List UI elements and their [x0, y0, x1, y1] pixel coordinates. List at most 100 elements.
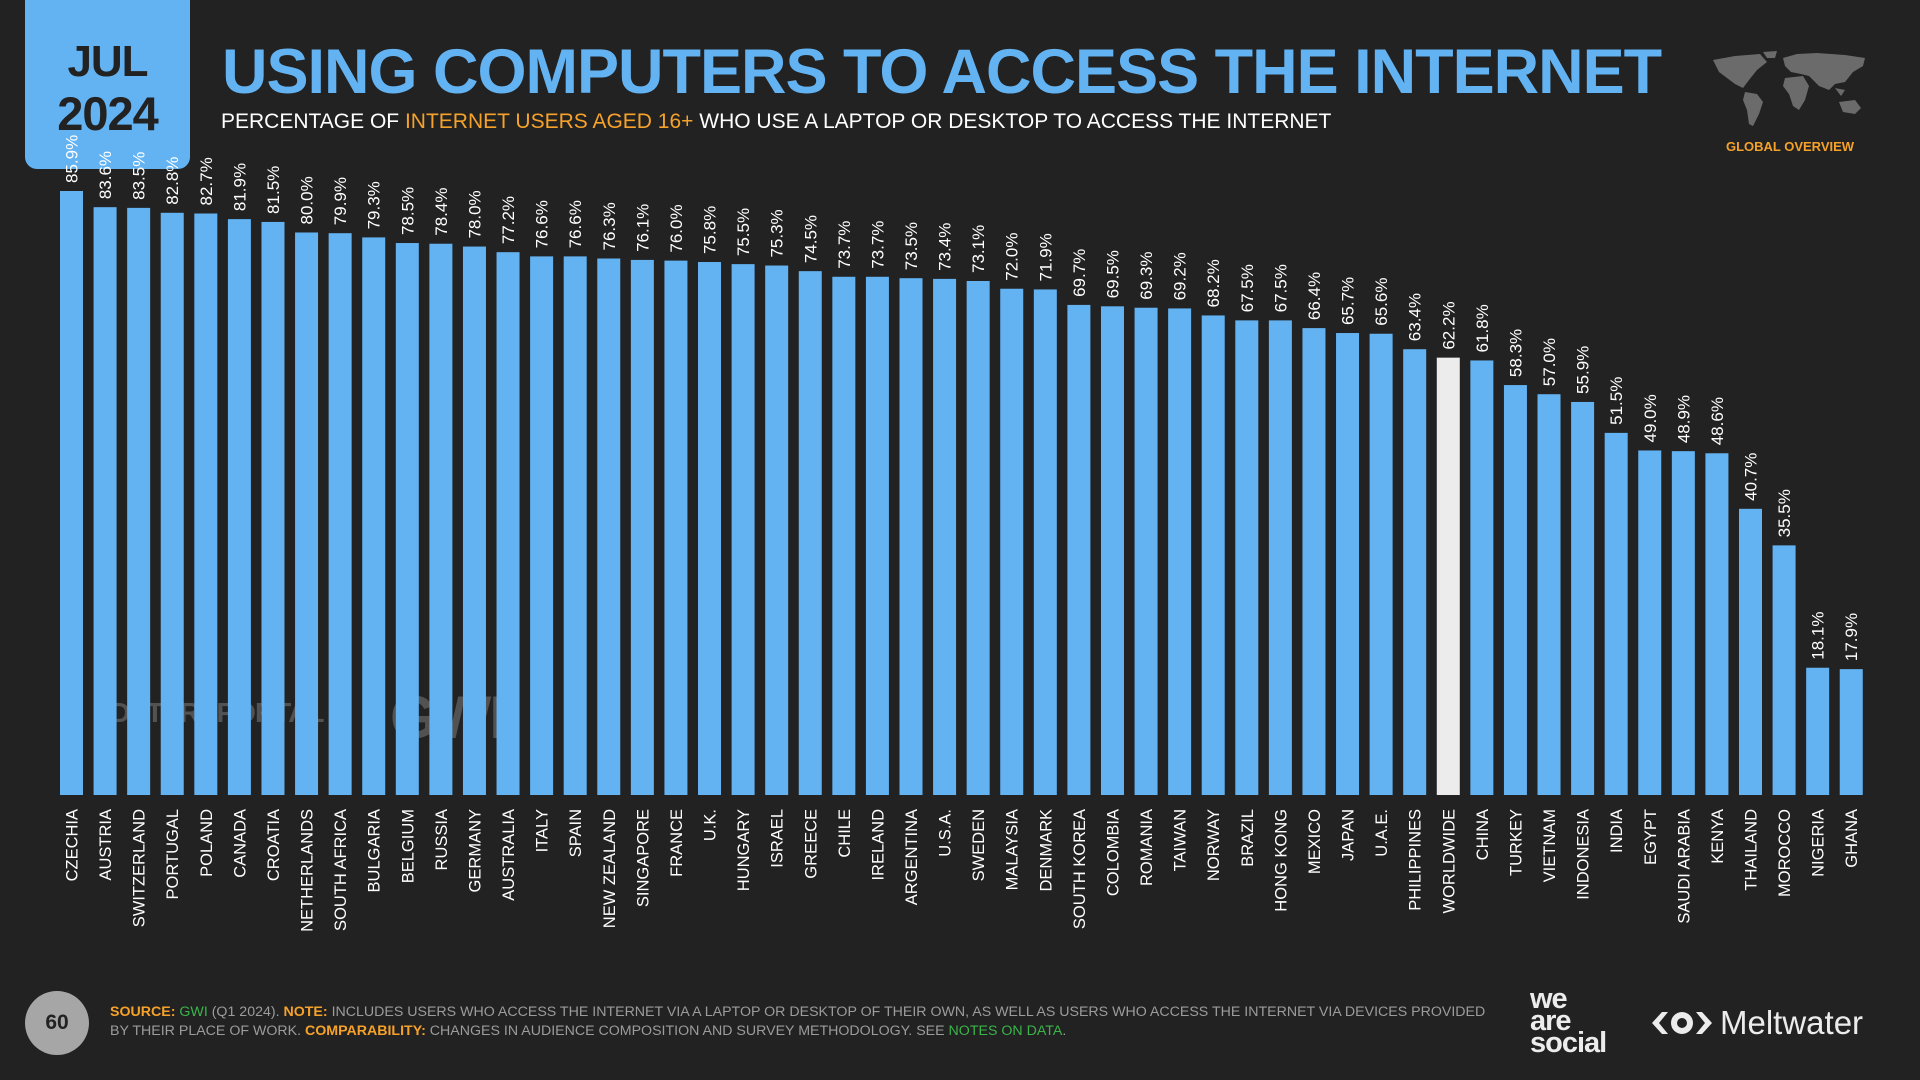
category-label: HONG KONG — [1272, 809, 1290, 912]
value-label: 18.1% — [1809, 612, 1828, 660]
value-label: 82.8% — [163, 157, 182, 205]
category-label: KENYA — [1709, 809, 1727, 864]
value-label: 69.3% — [1137, 252, 1156, 300]
value-label: 79.3% — [365, 181, 384, 229]
value-label: 57.0% — [1540, 338, 1559, 386]
bar-u-s-a — [933, 278, 957, 795]
category-label: PORTUGAL — [164, 809, 182, 899]
bar-greece — [798, 271, 822, 795]
bar-denmark — [1033, 289, 1057, 795]
category-label: INDONESIA — [1575, 809, 1593, 900]
category-label: BELGIUM — [399, 809, 417, 883]
bar-south-korea — [1067, 304, 1091, 795]
value-label: 49.0% — [1641, 394, 1660, 442]
category-label: U.S.A. — [937, 809, 955, 857]
value-label: 76.3% — [600, 202, 619, 250]
value-label: 51.5% — [1607, 377, 1626, 425]
category-label: NEW ZEALAND — [601, 809, 619, 928]
bar-spain — [563, 256, 587, 795]
value-label: 81.9% — [230, 163, 249, 211]
bar-kenya — [1705, 453, 1729, 795]
category-label: SOUTH AFRICA — [332, 809, 350, 931]
bar-saudi-arabia — [1671, 451, 1695, 795]
meltwater-logo: Meltwater — [1650, 1004, 1863, 1042]
category-label: PHILIPPINES — [1407, 809, 1425, 911]
comparability-label: COMPARABILITY: — [305, 1023, 426, 1039]
category-label: AUSTRALIA — [500, 809, 518, 901]
source-link[interactable]: GWI — [179, 1004, 207, 1020]
category-label: ROMANIA — [1138, 809, 1156, 886]
value-label: 82.7% — [197, 157, 216, 205]
value-label: 58.3% — [1506, 329, 1525, 377]
bar-u-k — [698, 262, 722, 795]
meltwater-eye-icon — [1652, 1012, 1712, 1034]
category-label: SWITZERLAND — [131, 809, 149, 927]
value-label: 75.3% — [768, 209, 787, 257]
meltwater-wordmark: Meltwater — [1720, 1004, 1864, 1041]
value-label: 68.2% — [1204, 259, 1223, 307]
bar-ireland — [865, 276, 889, 796]
value-label: 75.5% — [734, 208, 753, 256]
bar-turkey — [1503, 385, 1527, 795]
value-label: 48.9% — [1674, 395, 1693, 443]
value-label: 78.4% — [432, 188, 451, 236]
value-label: 81.5% — [264, 166, 283, 214]
category-label: GHANA — [1843, 809, 1861, 868]
bar-portugal — [160, 212, 184, 796]
logo-was-line3: social — [1530, 1027, 1607, 1059]
category-label: SWEDEN — [970, 809, 988, 881]
value-label: 74.5% — [801, 215, 820, 263]
bar-hong-kong — [1268, 320, 1292, 795]
category-label: GREECE — [802, 809, 820, 879]
value-label: 71.9% — [1036, 233, 1055, 281]
category-label: COLOMBIA — [1104, 809, 1122, 896]
value-label: 66.4% — [1305, 272, 1324, 320]
bar-philippines — [1403, 349, 1427, 795]
bar-morocco — [1772, 545, 1796, 795]
value-label: 35.5% — [1775, 489, 1794, 537]
value-label: 73.5% — [902, 222, 921, 270]
bar-colombia — [1100, 306, 1124, 795]
bar-canada — [227, 219, 251, 795]
bar-austria — [93, 207, 117, 795]
bar-romania — [1134, 307, 1158, 795]
category-label: BRAZIL — [1239, 809, 1257, 867]
value-label: 40.7% — [1742, 453, 1761, 501]
note-label: NOTE: — [283, 1004, 328, 1020]
footnote-end: . — [1062, 1023, 1067, 1039]
category-label: GERMANY — [466, 809, 484, 892]
value-label: 48.6% — [1708, 397, 1727, 445]
bar-czechia — [60, 191, 83, 795]
category-label: POLAND — [198, 809, 216, 877]
footnote: SOURCE: GWI (Q1 2024). NOTE: INCLUDES US… — [110, 1003, 1500, 1041]
category-label: NETHERLANDS — [299, 809, 317, 932]
value-label: 69.2% — [1171, 252, 1190, 300]
category-label: FRANCE — [668, 809, 686, 877]
bar-worldwide — [1436, 357, 1460, 795]
bar-singapore — [630, 259, 654, 795]
category-label: RUSSIA — [433, 809, 451, 870]
value-label: 76.1% — [633, 204, 652, 252]
category-label: SINGAPORE — [634, 809, 652, 907]
bar-india — [1604, 432, 1628, 795]
value-label: 85.9% — [63, 135, 82, 183]
bar-south-africa — [328, 233, 352, 795]
bar-indonesia — [1571, 401, 1595, 795]
category-label: SPAIN — [567, 809, 585, 857]
bar-poland — [194, 213, 218, 795]
category-label: CZECHIA — [64, 809, 82, 881]
bar-russia — [429, 243, 453, 796]
category-label: THAILAND — [1743, 809, 1761, 891]
category-label: SOUTH KOREA — [1071, 809, 1089, 929]
bar-norway — [1201, 315, 1225, 795]
notes-on-data-link[interactable]: NOTES ON DATA — [949, 1023, 1063, 1039]
category-label: VIETNAM — [1541, 809, 1559, 882]
category-label: TAIWAN — [1172, 809, 1190, 871]
bar-malaysia — [1000, 288, 1024, 795]
bar-germany — [462, 246, 486, 795]
bar-italy — [530, 256, 554, 795]
page-number: 60 — [25, 991, 89, 1055]
category-label: AUSTRIA — [97, 809, 115, 881]
category-label: MEXICO — [1306, 809, 1324, 874]
category-label: U.K. — [702, 809, 720, 841]
